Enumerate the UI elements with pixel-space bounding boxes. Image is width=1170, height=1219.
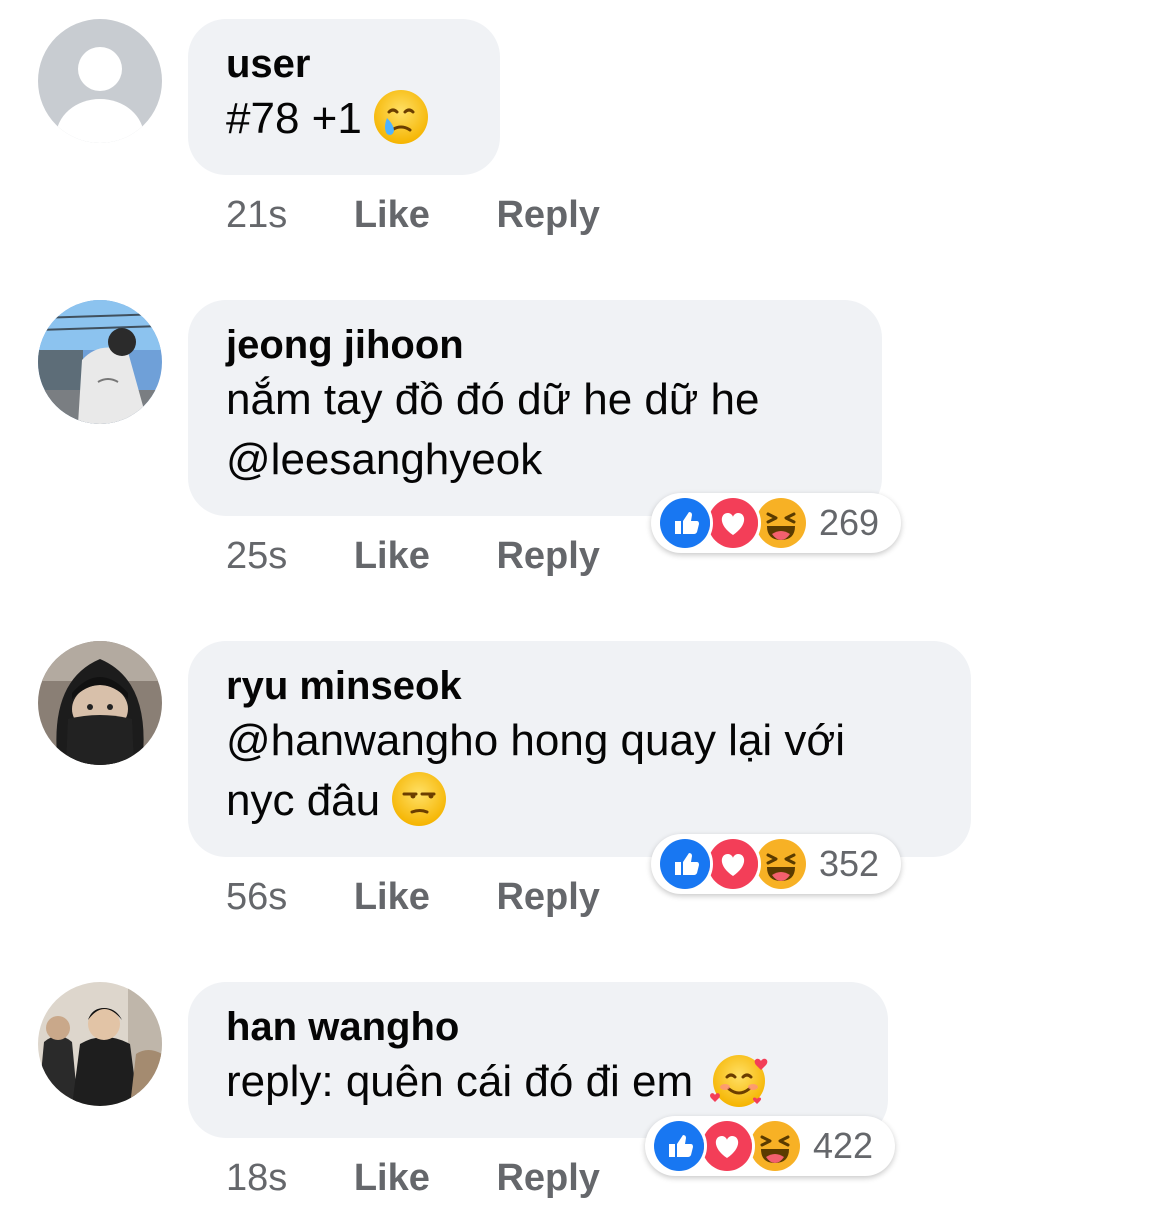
- love-icon: [699, 1118, 755, 1174]
- reaction-summary[interactable]: 352: [651, 834, 901, 894]
- reaction-count: 269: [819, 502, 880, 543]
- haha-icon: [747, 1118, 803, 1174]
- timestamp: 56s: [226, 876, 288, 918]
- comment-text-line-2: nyc đâu: [226, 771, 933, 832]
- like-button[interactable]: Like: [354, 874, 430, 920]
- comment-text: #78 +1: [226, 89, 462, 150]
- reply-button[interactable]: Reply: [496, 874, 599, 920]
- commenter-name[interactable]: han wangho: [226, 1002, 850, 1052]
- timestamp: 18s: [226, 1157, 288, 1199]
- comment-bubble[interactable]: jeong jihoon nắm tay đồ đó dữ he dữ he @…: [188, 300, 882, 516]
- comment-bubble[interactable]: han wangho reply: quên cái đó đi em: [188, 982, 888, 1138]
- haha-icon: [753, 495, 809, 551]
- timestamp: 25s: [226, 535, 288, 577]
- comment-text-line-1: @hanwangho hong quay lại với: [226, 716, 846, 765]
- commenter-name[interactable]: ryu minseok: [226, 661, 933, 711]
- comment-actions: 21s Like Reply: [226, 192, 600, 238]
- reaction-summary[interactable]: 269: [651, 493, 901, 553]
- like-button[interactable]: Like: [354, 533, 430, 579]
- reaction-count: 422: [813, 1125, 874, 1166]
- like-icon: [657, 836, 713, 892]
- reaction-count: 352: [819, 843, 880, 884]
- reply-button[interactable]: Reply: [496, 1155, 599, 1201]
- like-icon: [651, 1118, 707, 1174]
- reaction-summary[interactable]: 422: [645, 1116, 895, 1176]
- avatar[interactable]: [38, 982, 162, 1106]
- commenter-name[interactable]: jeong jihoon: [226, 320, 844, 370]
- profile-photo-icon: [38, 300, 162, 424]
- reply-button[interactable]: Reply: [496, 533, 599, 579]
- love-icon: [705, 836, 761, 892]
- crying-face-icon: [372, 88, 430, 146]
- like-button[interactable]: Like: [354, 1155, 430, 1201]
- comment-text-line-2[interactable]: @leesanghyeok: [226, 430, 844, 490]
- timestamp: 21s: [226, 194, 288, 236]
- comment-text: reply: quên cái đó đi em: [226, 1052, 850, 1113]
- comment-bubble[interactable]: ryu minseok @hanwangho hong quay lại với…: [188, 641, 971, 857]
- comment-actions: 56s Like Reply: [226, 874, 600, 920]
- reply-button[interactable]: Reply: [496, 192, 599, 238]
- avatar[interactable]: [38, 19, 162, 143]
- default-avatar-icon: [38, 19, 162, 143]
- haha-icon: [753, 836, 809, 892]
- love-icon: [705, 495, 761, 551]
- comment-bubble[interactable]: user #78 +1: [188, 19, 500, 175]
- smiling-face-with-hearts-icon: [707, 1051, 768, 1109]
- commenter-name[interactable]: user: [226, 39, 462, 89]
- avatar[interactable]: [38, 300, 162, 424]
- comment-text-line-1: nắm tay đồ đó dữ he dữ he: [226, 375, 760, 424]
- like-icon: [657, 495, 713, 551]
- profile-photo-icon: [38, 982, 162, 1106]
- like-button[interactable]: Like: [354, 192, 430, 238]
- comment-actions: 18s Like Reply: [226, 1155, 600, 1201]
- avatar[interactable]: [38, 641, 162, 765]
- comment-actions: 25s Like Reply: [226, 533, 600, 579]
- unamused-face-icon: [390, 770, 448, 828]
- profile-photo-icon: [38, 641, 162, 765]
